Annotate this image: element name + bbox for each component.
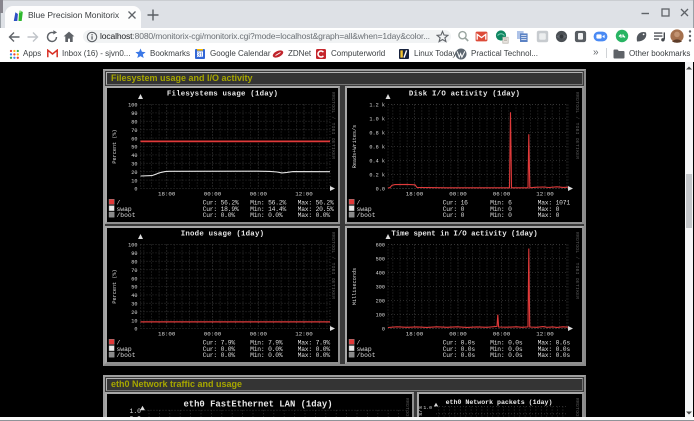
svg-text:0.4 k: 0.4 k <box>369 159 385 165</box>
svg-text:Cur: 0.0%: Cur: 0.0% <box>203 212 236 219</box>
svg-text:1.0: 1.0 <box>423 405 432 411</box>
svg-text:300: 300 <box>376 285 385 291</box>
svg-text:/boot: /boot <box>117 212 136 219</box>
svg-text:100: 100 <box>128 103 137 109</box>
svg-text:Min: 0.0%: Min: 0.0% <box>250 212 283 219</box>
svg-text:400: 400 <box>376 271 385 277</box>
svg-text:18:00: 18:00 <box>158 191 176 198</box>
svg-text:06:00: 06:00 <box>493 331 511 338</box>
svg-text:0.2 k: 0.2 k <box>369 173 385 179</box>
svg-text:RRDTOOL / TOBI OETIKER: RRDTOOL / TOBI OETIKER <box>574 232 580 299</box>
svg-text:Min: 0.0s: Min: 0.0s <box>490 352 523 359</box>
svg-text:Percent (%): Percent (%) <box>112 269 118 303</box>
svg-text:100: 100 <box>376 313 385 319</box>
svg-text:Reads+Writes/s: Reads+Writes/s <box>352 125 358 169</box>
svg-text:06:00: 06:00 <box>493 191 511 198</box>
svg-text:RRDTOOL / TOBI OETIKER: RRDTOOL / TOBI OETIKER <box>574 92 580 159</box>
svg-text:12:00: 12:00 <box>536 331 554 338</box>
svg-text:50: 50 <box>131 145 137 151</box>
svg-text:60: 60 <box>131 136 137 142</box>
svg-text:/boot: /boot <box>357 212 376 219</box>
svg-text:Time spent in I/O activity (1: Time spent in I/O activity (1day) <box>391 231 537 239</box>
svg-text:18:00: 18:00 <box>406 331 424 338</box>
svg-text:0.8 k: 0.8 k <box>369 131 385 137</box>
svg-text:Filesystems usage (1day): Filesystems usage (1day) <box>167 91 278 99</box>
svg-text:RRDTOOL / TOBI OETIKER: RRDTOOL / TOBI OETIKER <box>330 232 336 299</box>
svg-text:200: 200 <box>376 299 385 305</box>
svg-text:90: 90 <box>131 251 137 257</box>
svg-text:00:00: 00:00 <box>449 331 467 338</box>
svg-text:RRDTOOL / TOBI OETIKER: RRDTOOL / TOBI OETIKER <box>330 92 336 159</box>
svg-text:Cur: 0: Cur: 0 <box>443 212 465 219</box>
svg-text:70: 70 <box>131 268 137 274</box>
svg-text:18:00: 18:00 <box>406 191 424 198</box>
svg-text:/boot: /boot <box>357 352 376 359</box>
svg-text:30: 30 <box>131 302 137 308</box>
svg-text:0.0: 0.0 <box>376 187 385 193</box>
svg-text:12:00: 12:00 <box>295 331 313 338</box>
svg-text:100: 100 <box>128 243 137 249</box>
svg-text:12:00: 12:00 <box>295 191 313 198</box>
svg-text:70: 70 <box>131 128 137 134</box>
svg-text:40: 40 <box>131 153 137 159</box>
svg-text:40: 40 <box>131 293 137 299</box>
svg-text:0: 0 <box>134 327 137 333</box>
svg-text:600: 600 <box>376 243 385 249</box>
svg-text:12:00: 12:00 <box>536 191 554 198</box>
svg-text:500: 500 <box>376 257 385 263</box>
svg-text:0: 0 <box>382 327 385 333</box>
svg-text:s/s: s/s <box>419 406 424 416</box>
svg-text:0.6 k: 0.6 k <box>369 145 385 151</box>
svg-text:RRDTOOL / TOBI OETIKER: RRDTOOL / TOBI OETIKER <box>404 398 410 419</box>
svg-text:1.2 k: 1.2 k <box>369 103 385 109</box>
svg-text:/boot: /boot <box>117 352 136 359</box>
svg-text:50: 50 <box>131 285 137 291</box>
svg-text:Max: 0: Max: 0 <box>538 212 560 219</box>
svg-text:Cur: 0.0s: Cur: 0.0s <box>443 352 476 359</box>
svg-text:Percent (%): Percent (%) <box>112 129 118 163</box>
svg-text:18:00: 18:00 <box>158 331 176 338</box>
svg-text:Max: 0.0%: Max: 0.0% <box>298 212 331 219</box>
svg-text:0: 0 <box>134 187 137 193</box>
svg-text:Max: 0.0%: Max: 0.0% <box>298 352 331 359</box>
svg-text:60: 60 <box>131 276 137 282</box>
svg-text:00:00: 00:00 <box>204 191 222 198</box>
svg-text:1.0: 1.0 <box>129 408 141 415</box>
svg-text:80: 80 <box>131 260 137 266</box>
svg-text:Milliseconds: Milliseconds <box>352 268 358 305</box>
svg-text:20: 20 <box>131 170 137 176</box>
svg-text:RRDTOOL / TOBI OETIKER: RRDTOOL / TOBI OETIKER <box>574 398 580 419</box>
svg-text:eth0 Network packets (1day): eth0 Network packets (1day) <box>446 399 553 406</box>
svg-text:eth0 FastEthernet LAN (1day): eth0 FastEthernet LAN (1day) <box>183 400 332 410</box>
svg-text:1.0 k: 1.0 k <box>369 117 385 123</box>
svg-text:31: 31 <box>197 52 203 58</box>
svg-text:30: 30 <box>131 162 137 168</box>
svg-text:Max: 0.0s: Max: 0.0s <box>538 352 571 359</box>
svg-text:00:00: 00:00 <box>449 191 467 198</box>
svg-text:10: 10 <box>131 178 137 184</box>
svg-text:20: 20 <box>131 310 137 316</box>
svg-text:80: 80 <box>131 120 137 126</box>
svg-text:Min: 0: Min: 0 <box>490 212 512 219</box>
svg-text:90: 90 <box>131 111 137 117</box>
svg-text:Cur: 0.0%: Cur: 0.0% <box>203 352 236 359</box>
svg-text:10: 10 <box>131 318 137 324</box>
svg-text:06:00: 06:00 <box>250 191 268 198</box>
svg-text:00:00: 00:00 <box>204 331 222 338</box>
svg-text:06:00: 06:00 <box>250 331 268 338</box>
svg-text:Min: 0.0%: Min: 0.0% <box>250 352 283 359</box>
svg-text:Inode usage (1day): Inode usage (1day) <box>181 231 264 239</box>
svg-text:Disk I/O activity (1day): Disk I/O activity (1day) <box>409 91 520 99</box>
